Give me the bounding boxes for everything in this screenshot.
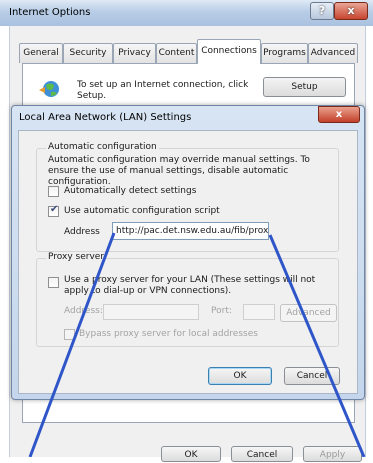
tab-general[interactable]: General xyxy=(19,43,63,63)
setup-button[interactable]: Setup xyxy=(263,77,346,97)
automatic-configuration-description: Automatic configuration may override man… xyxy=(48,155,310,187)
proxy-address-input[interactable] xyxy=(103,304,199,320)
help-button[interactable]: ? xyxy=(310,2,334,20)
proxy-address-label: Address: xyxy=(64,306,103,316)
tab-advanced[interactable]: Advanced xyxy=(308,43,358,63)
tab-programs[interactable]: Programs xyxy=(261,43,308,63)
auto-detect-label[interactable]: Automatically detect settings xyxy=(64,186,196,196)
use-proxy-checkbox[interactable] xyxy=(48,277,59,288)
auto-config-script-checkbox[interactable] xyxy=(48,204,59,217)
proxy-port-label: Port: xyxy=(211,306,232,316)
script-address-label: Address xyxy=(64,227,100,237)
apply-button[interactable]: Apply xyxy=(303,446,362,462)
auto-config-script-label[interactable]: Use automatic configuration script xyxy=(64,206,220,216)
tab-privacy[interactable]: Privacy xyxy=(113,43,156,63)
ok-button[interactable]: OK xyxy=(161,446,221,462)
proxy-port-input[interactable] xyxy=(243,304,275,320)
tab-content[interactable]: Content xyxy=(156,43,197,63)
advanced-button[interactable]: Advanced xyxy=(280,304,337,322)
use-proxy-label[interactable]: Use a proxy server for your LAN (These s… xyxy=(64,275,336,297)
lan-cancel-button[interactable]: Cancel xyxy=(284,367,340,385)
script-address-input[interactable]: http://pac.det.nsw.edu.au/fib/proxy xyxy=(112,222,269,240)
auto-detect-checkbox[interactable] xyxy=(48,186,59,197)
lan-close-button[interactable]: x xyxy=(318,106,360,123)
close-button[interactable]: x xyxy=(334,2,368,20)
bypass-local-checkbox[interactable] xyxy=(64,329,75,340)
lan-dialog-title: Local Area Network (LAN) Settings xyxy=(19,112,192,123)
automatic-configuration-legend: Automatic configuration xyxy=(46,142,159,152)
tab-security[interactable]: Security xyxy=(63,43,113,63)
bypass-local-label[interactable]: Bypass proxy server for local addresses xyxy=(79,329,258,339)
internet-options-title: Internet Options xyxy=(9,7,91,18)
network-globe-icon xyxy=(39,81,59,97)
lan-ok-button[interactable]: OK xyxy=(208,367,272,385)
setup-instructions: To set up an Internet connection, click … xyxy=(77,80,249,101)
tab-connections[interactable]: Connections xyxy=(197,39,261,64)
cancel-button[interactable]: Cancel xyxy=(231,446,293,462)
proxy-server-legend: Proxy server xyxy=(46,252,107,262)
